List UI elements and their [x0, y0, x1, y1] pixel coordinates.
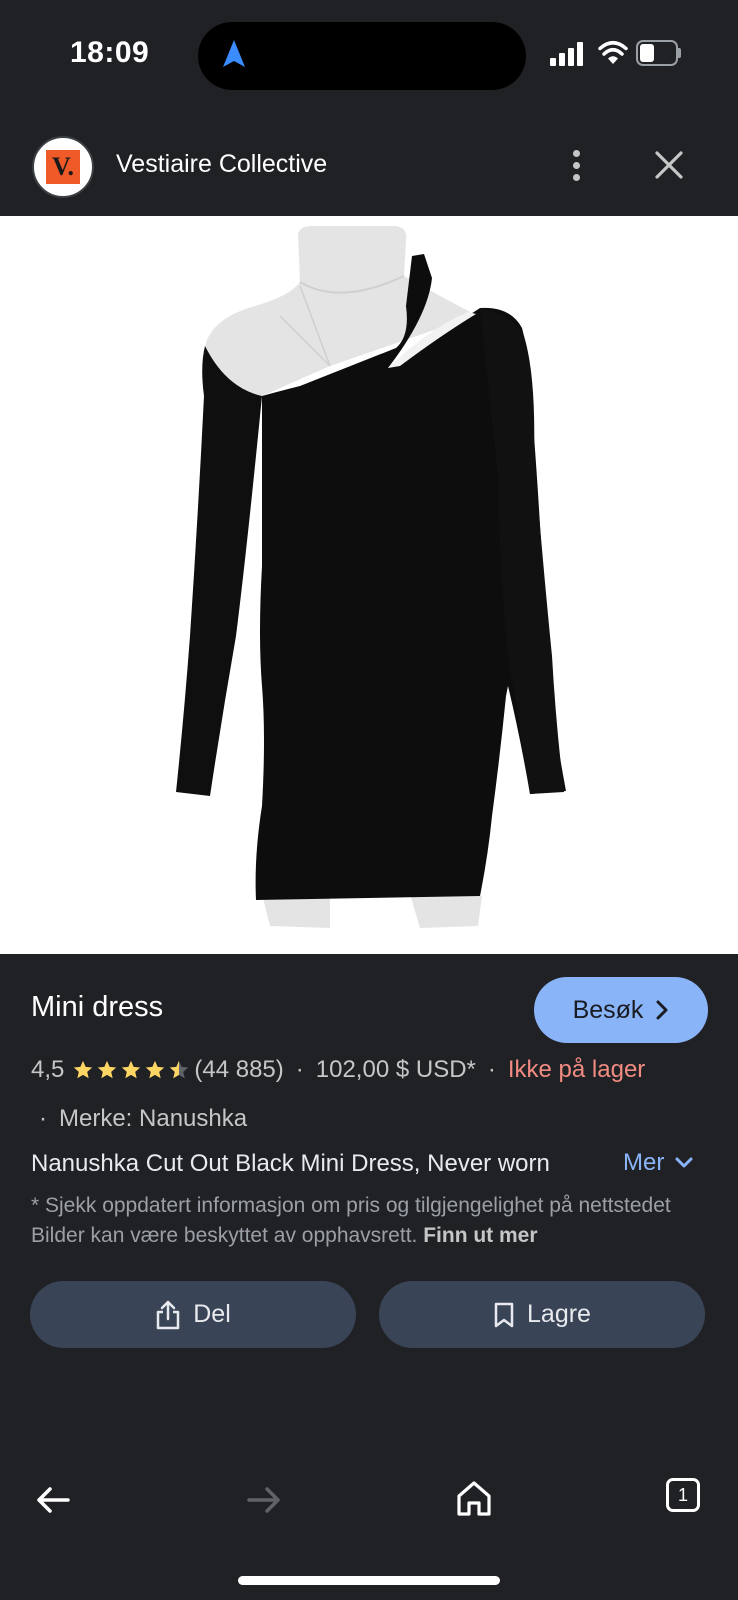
dress-photo [176, 226, 566, 928]
more-options-icon[interactable] [568, 148, 584, 184]
visit-button-label: Besøk [572, 995, 644, 1024]
chevron-right-icon [656, 1000, 668, 1020]
more-label: Mer [623, 1149, 665, 1176]
cellular-signal-icon [550, 42, 586, 66]
disclaimer-text: * Sjekk oppdatert informasjon om pris og… [31, 1194, 671, 1247]
product-image[interactable] [0, 216, 738, 954]
save-button[interactable]: Lagre [379, 1281, 705, 1348]
star-icon [98, 1060, 117, 1079]
site-logo[interactable]: V. [32, 136, 94, 198]
tab-switcher-button[interactable]: 1 [666, 1478, 700, 1512]
forward-arrow-icon[interactable] [245, 1484, 283, 1516]
logo-letter: V. [46, 150, 80, 184]
separator-dot: · [39, 1105, 47, 1132]
star-icon [122, 1060, 141, 1079]
product-title: Mini dress [31, 991, 164, 1023]
brand-row: · Merke: Nanushka [31, 1105, 247, 1133]
home-icon[interactable] [454, 1478, 494, 1518]
back-arrow-icon[interactable] [34, 1484, 72, 1516]
wifi-icon [598, 41, 628, 64]
status-time: 18:09 [70, 36, 150, 69]
star-icon [74, 1060, 93, 1079]
stock-status: Ikke på lager [507, 1056, 646, 1083]
rating-value: 4,5 [31, 1056, 65, 1083]
location-arrow-icon [223, 40, 245, 67]
source-header: V. Vestiaire Collective [0, 110, 738, 216]
star-icon [146, 1060, 165, 1079]
tab-count: 1 [677, 1484, 688, 1505]
brand-label: Merke: Nanushka [59, 1105, 248, 1132]
half-star-icon [170, 1060, 189, 1079]
visit-button[interactable]: Besøk [534, 977, 708, 1043]
review-count: (44 885) [194, 1056, 284, 1083]
product-price: 102,00 $ USD* [315, 1056, 476, 1083]
disclaimer: * Sjekk oppdatert informasjon om pris og… [31, 1191, 711, 1251]
more-button[interactable]: Mer [623, 1149, 694, 1177]
site-name[interactable]: Vestiaire Collective [116, 150, 327, 179]
battery-icon [636, 40, 681, 66]
bookmark-icon [494, 1302, 514, 1327]
separator-dot: · [487, 1056, 496, 1083]
dynamic-island [198, 22, 526, 90]
product-meta: 4,5 (44 885) · 102,00 $ USD* · Ikke på l… [31, 1056, 645, 1084]
rating-stars [72, 1059, 192, 1081]
separator-dot: · [295, 1056, 304, 1083]
share-icon [156, 1300, 180, 1329]
status-bar: 18:09 [0, 0, 738, 110]
close-icon[interactable] [652, 148, 686, 182]
chevron-down-icon [675, 1157, 693, 1168]
product-description: Nanushka Cut Out Black Mini Dress, Never… [31, 1150, 550, 1177]
home-indicator [238, 1576, 500, 1585]
save-label: Lagre [527, 1300, 591, 1328]
share-label: Del [193, 1300, 231, 1328]
learn-more-link[interactable]: Finn ut mer [423, 1224, 537, 1247]
share-button[interactable]: Del [30, 1281, 356, 1348]
